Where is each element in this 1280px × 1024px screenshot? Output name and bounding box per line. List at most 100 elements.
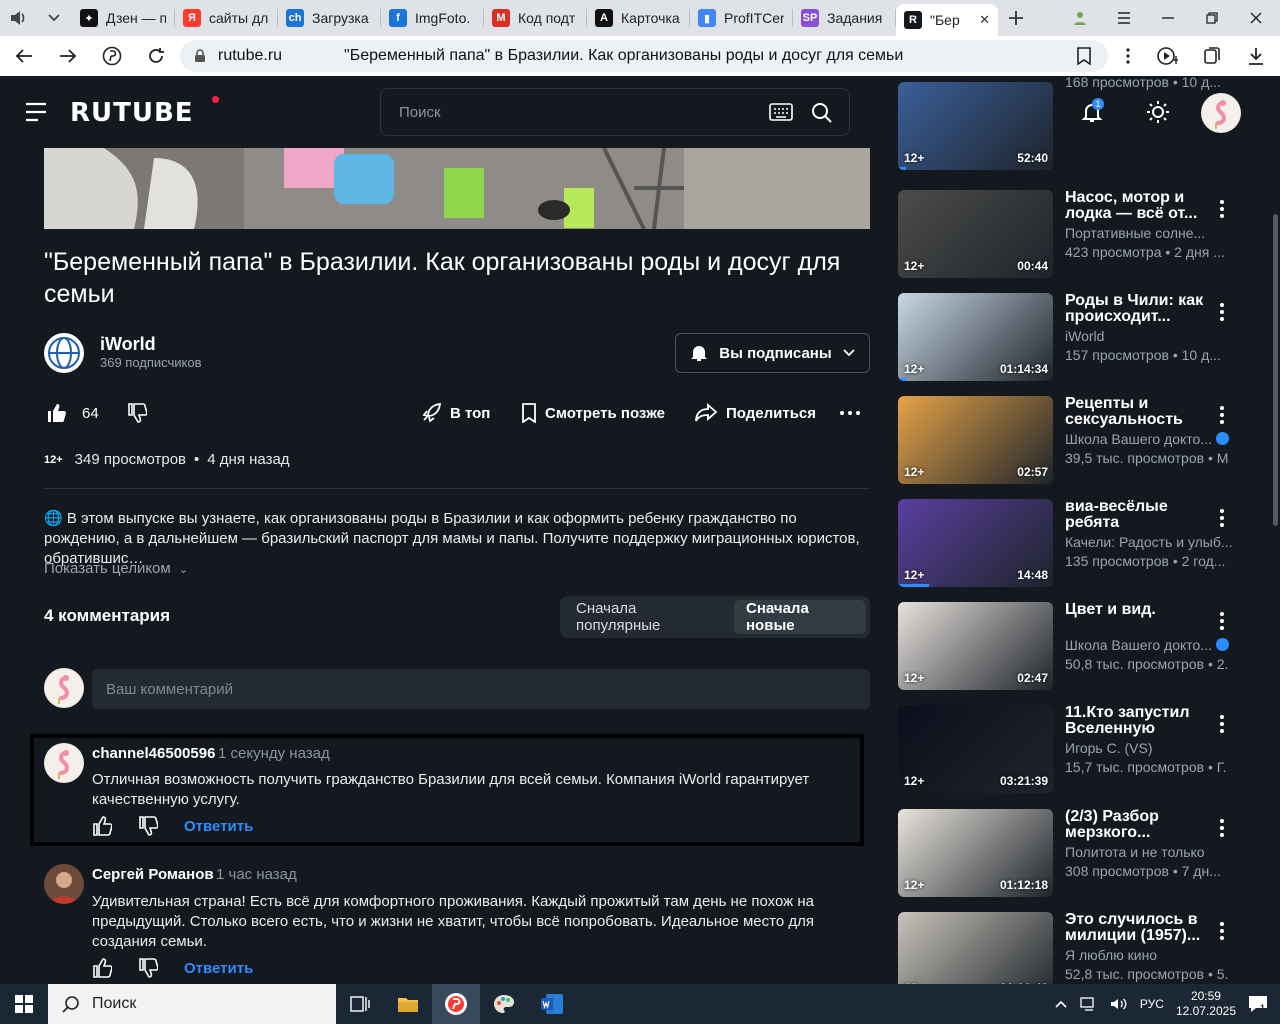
yandex-browser-button[interactable]: [432, 984, 480, 1024]
collections-button[interactable]: [1190, 36, 1234, 76]
recommendation-title[interactable]: Рецепты и сексуальность: [1065, 396, 1215, 428]
recommendation-title[interactable]: 11.Кто запустил Вселенную: [1065, 705, 1215, 737]
paint-app-button[interactable]: [480, 984, 528, 1024]
notification-center-button[interactable]: 1: [1248, 995, 1268, 1013]
recommendation-title[interactable]: Это случилось в милиции (1957)...: [1065, 912, 1215, 944]
thumbs-up-icon[interactable]: [92, 816, 112, 836]
recommendation-channel[interactable]: Политота и не только: [1065, 844, 1240, 860]
recommendation-title[interactable]: виа-весёлые ребята: [1065, 499, 1215, 531]
channel-avatar[interactable]: [44, 333, 84, 373]
subscribe-button[interactable]: Вы подписаны: [675, 333, 870, 373]
downloads-button[interactable]: [1234, 36, 1278, 76]
tab-active[interactable]: R "Бер ✕: [896, 4, 998, 36]
video-thumbnail[interactable]: 12+ 14:48: [898, 499, 1053, 587]
recommendation-item[interactable]: 12+ 02:57 Рецепты и сексуальность Школа Ваш…: [898, 396, 1248, 484]
profile-button[interactable]: [1058, 0, 1102, 36]
network-icon[interactable]: [1080, 997, 1098, 1011]
channel-name[interactable]: iWorld: [100, 334, 156, 355]
comment-author-avatar[interactable]: [44, 864, 84, 904]
reload-button[interactable]: [134, 36, 178, 76]
start-button[interactable]: [0, 984, 48, 1024]
thumbs-down-icon[interactable]: [127, 403, 147, 423]
reply-button[interactable]: Ответить: [184, 818, 253, 835]
browser-more-button[interactable]: [1106, 36, 1150, 76]
to-top-button[interactable]: В топ: [420, 398, 490, 428]
thumbs-up-icon[interactable]: [92, 958, 112, 978]
sort-new-button[interactable]: Сначала новые: [734, 600, 866, 634]
bookmark-button[interactable]: [1062, 36, 1106, 76]
video-thumbnail[interactable]: 12+ 00:44: [898, 190, 1053, 278]
tab-audio-button[interactable]: [0, 0, 36, 36]
recommendation-channel[interactable]: Школа Вашего докто...: [1065, 637, 1240, 653]
recommendation-item[interactable]: 12+ 01:12:18 (2/3) Разбор мерзкого... Полит…: [898, 809, 1248, 897]
browser-menu-button[interactable]: [1102, 0, 1146, 36]
browser-tab[interactable]: ✦ Дзен — п: [72, 4, 174, 32]
browser-tab[interactable]: Ясайты дл: [175, 4, 277, 32]
chevron-up-icon[interactable]: [1054, 999, 1068, 1009]
comment-input[interactable]: Ваш комментарий: [92, 669, 870, 709]
more-vertical-icon[interactable]: [1220, 922, 1232, 944]
video-thumbnail[interactable]: 12+ 03:21:39: [898, 705, 1053, 793]
language-indicator[interactable]: РУС: [1140, 997, 1164, 1011]
browser-tab[interactable]: f ImgFoto.: [381, 4, 483, 32]
browser-tab[interactable]: ch Загрузка: [278, 4, 380, 32]
browser-tab[interactable]: ▮ ProfITCer: [690, 4, 792, 32]
video-thumbnail[interactable]: 12+ 01:12:18: [898, 809, 1053, 897]
share-button[interactable]: Поделиться: [694, 398, 816, 428]
browser-tab[interactable]: A Карточка: [587, 4, 689, 32]
recommendation-title[interactable]: (2/3) Разбор мерзкого...: [1065, 809, 1215, 841]
recommendation-title[interactable]: Роды в Чили: как происходит...: [1065, 293, 1215, 325]
recommendation-channel[interactable]: iWorld: [1065, 328, 1240, 344]
close-tab-icon[interactable]: ✕: [979, 12, 990, 28]
video-player[interactable]: [44, 148, 870, 229]
minimize-button[interactable]: [1146, 0, 1190, 36]
recommendation-channel[interactable]: Я люблю кино: [1065, 947, 1240, 963]
scrollbar-thumb[interactable]: [1273, 214, 1278, 526]
tab-list-button[interactable]: [36, 0, 72, 36]
file-explorer-button[interactable]: [384, 984, 432, 1024]
more-vertical-icon[interactable]: [1220, 406, 1232, 428]
more-actions-button[interactable]: [840, 398, 860, 428]
thumbs-up-filled-icon[interactable]: [46, 403, 66, 423]
more-vertical-icon[interactable]: [1220, 819, 1232, 841]
rutube-logo[interactable]: RUTUBE: [70, 98, 194, 128]
search-input[interactable]: Поиск: [380, 88, 850, 136]
new-tab-button[interactable]: [998, 0, 1034, 36]
more-vertical-icon[interactable]: [1220, 715, 1232, 737]
task-view-button[interactable]: [336, 984, 384, 1024]
recommendation-item[interactable]: 12+ 52:40 168 просмотров • 10 д...: [898, 74, 1248, 170]
more-vertical-icon[interactable]: [1220, 303, 1232, 325]
back-button[interactable]: [2, 36, 46, 76]
video-thumbnail[interactable]: 12+ 02:57: [898, 396, 1053, 484]
media-button[interactable]: [1146, 36, 1190, 76]
more-vertical-icon[interactable]: [1220, 200, 1232, 222]
recommendation-item[interactable]: 12+ 01:14:34 Роды в Чили: как происходит..…: [898, 293, 1248, 381]
close-window-button[interactable]: [1234, 0, 1278, 36]
thumbs-down-icon[interactable]: [138, 816, 158, 836]
recommendation-title[interactable]: Цвет и вид.: [1065, 602, 1215, 618]
sort-popular-button[interactable]: Сначала популярные: [564, 600, 734, 634]
show-more-button[interactable]: Показать целиком ⌄: [44, 560, 188, 577]
comment-author[interactable]: Сергей Романов: [92, 866, 214, 883]
restore-button[interactable]: [1190, 0, 1234, 36]
more-vertical-icon[interactable]: [1220, 612, 1232, 634]
browser-tab[interactable]: SP Задания: [793, 4, 895, 32]
comment-author[interactable]: channel46500596: [92, 745, 215, 762]
yandex-home-button[interactable]: [90, 36, 134, 76]
recommendation-item[interactable]: 12+ 14:48 виа-весёлые ребята Качели: Радост…: [898, 499, 1248, 587]
recommendation-item[interactable]: 12+ 00:44 Насос, мотор и лодка — всё от...…: [898, 190, 1248, 278]
url-field[interactable]: rutube.ru "Беременный папа" в Бразилии. …: [180, 40, 1108, 72]
watch-later-button[interactable]: Смотреть позже: [521, 398, 665, 428]
reply-button[interactable]: Ответить: [184, 960, 253, 977]
word-app-button[interactable]: [528, 984, 576, 1024]
browser-tab[interactable]: M Код подт: [484, 4, 586, 32]
video-thumbnail[interactable]: 12+ 52:40: [898, 82, 1053, 170]
video-thumbnail[interactable]: 12+ 01:14:34: [898, 293, 1053, 381]
recommendation-channel[interactable]: Портативные солне...: [1065, 225, 1240, 241]
keyboard-icon[interactable]: [769, 103, 793, 121]
comment-author-avatar[interactable]: [44, 743, 84, 783]
page-scrollbar[interactable]: [1271, 148, 1280, 984]
recommendation-item[interactable]: 12+ 02:47 Цвет и вид. Школа Вашего докто...…: [898, 602, 1248, 690]
clock[interactable]: 20:59 12.07.2025: [1176, 989, 1236, 1019]
thumbs-down-icon[interactable]: [138, 958, 158, 978]
